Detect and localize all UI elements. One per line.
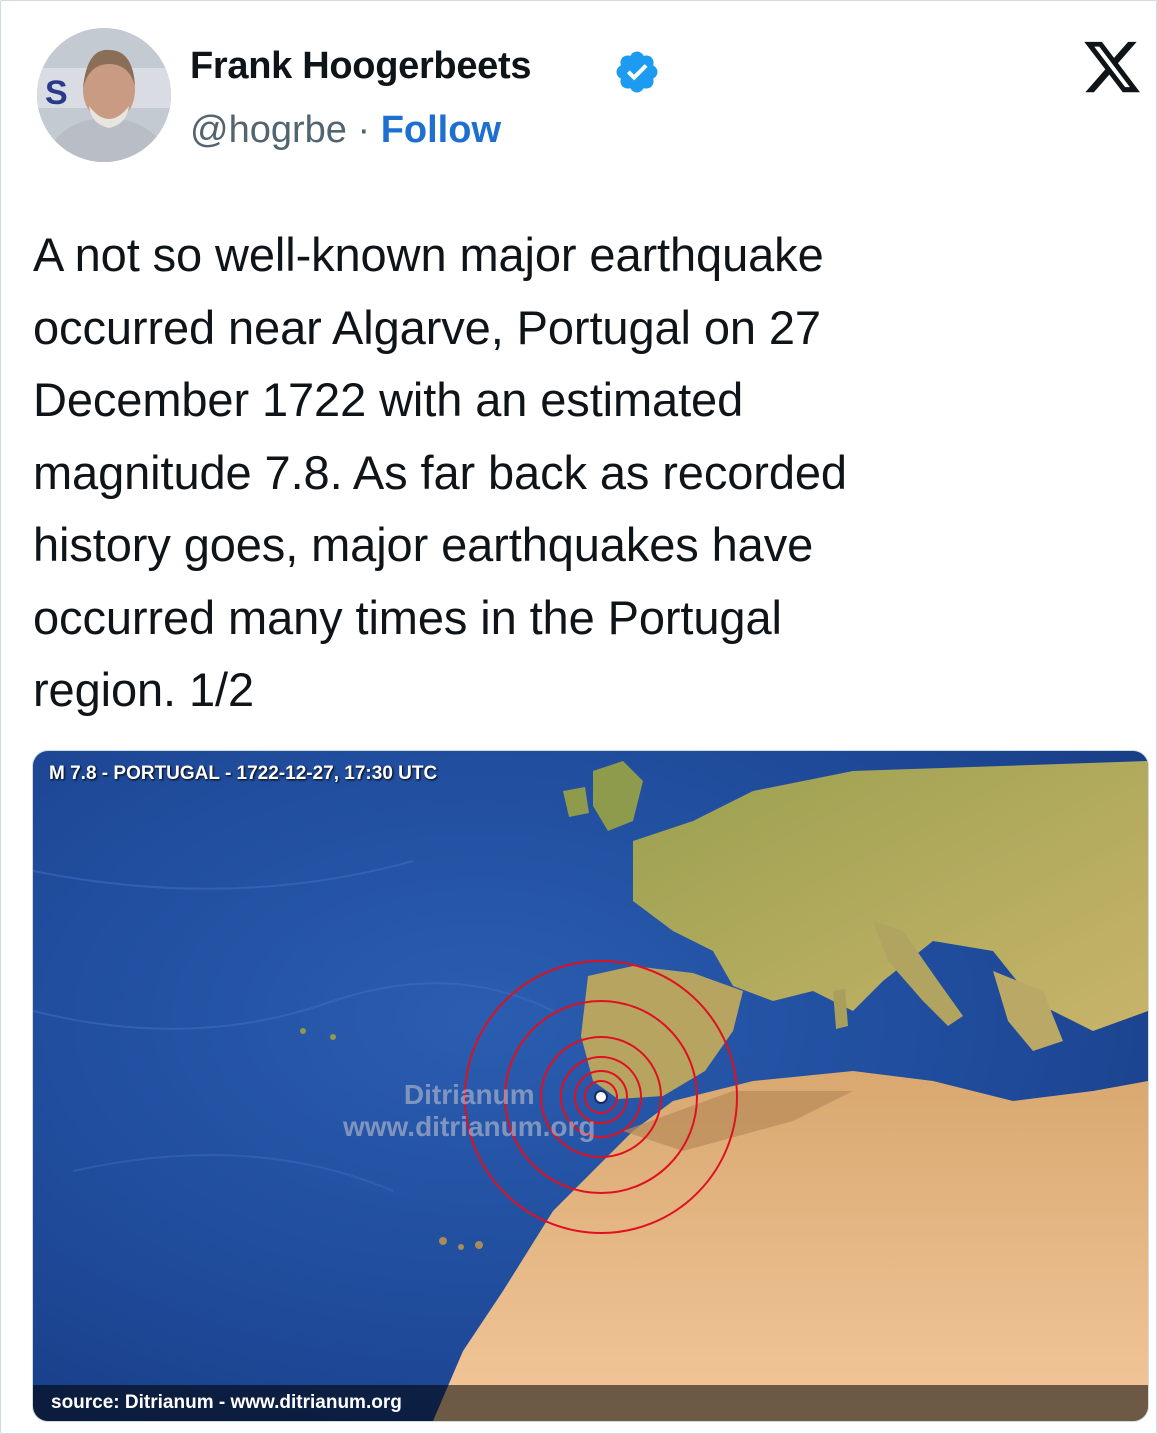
follow-button[interactable]: Follow <box>381 109 501 151</box>
author-handle-row: @hogrbe · Follow <box>190 109 501 152</box>
tweet-text: A not so well-known major earthquake occ… <box>33 228 847 716</box>
x-logo-icon[interactable] <box>1080 36 1144 98</box>
separator-dot: · <box>357 109 371 151</box>
tweet-card: S Frank Hoogerbeets @hogrbe · Follow A n… <box>0 0 1157 1434</box>
map-title: M 7.8 - PORTUGAL - 1722-12-27, 17:30 UTC <box>49 763 438 784</box>
verified-badge-icon <box>616 51 658 93</box>
map-footer: source: Ditrianum - www.ditrianum.org <box>33 1385 1148 1421</box>
watermark-line2: www.ditrianum.org <box>343 1111 596 1142</box>
watermark-line1: Ditrianum <box>403 1079 535 1110</box>
profile-photo: S <box>37 28 171 162</box>
author-name[interactable]: Frank Hoogerbeets <box>190 45 532 88</box>
svg-text:S: S <box>45 74 68 112</box>
tweet-media-image[interactable]: Ditrianum www.ditrianum.org M 7.8 - PORT… <box>32 750 1149 1422</box>
map-watermark: Ditrianum www.ditrianum.org <box>343 1079 596 1143</box>
avatar[interactable]: S <box>37 28 171 162</box>
map-source: source: Ditrianum - www.ditrianum.org <box>51 1392 402 1413</box>
epicenter-marker-icon <box>594 1090 608 1104</box>
author-handle[interactable]: @hogrbe <box>190 109 347 151</box>
